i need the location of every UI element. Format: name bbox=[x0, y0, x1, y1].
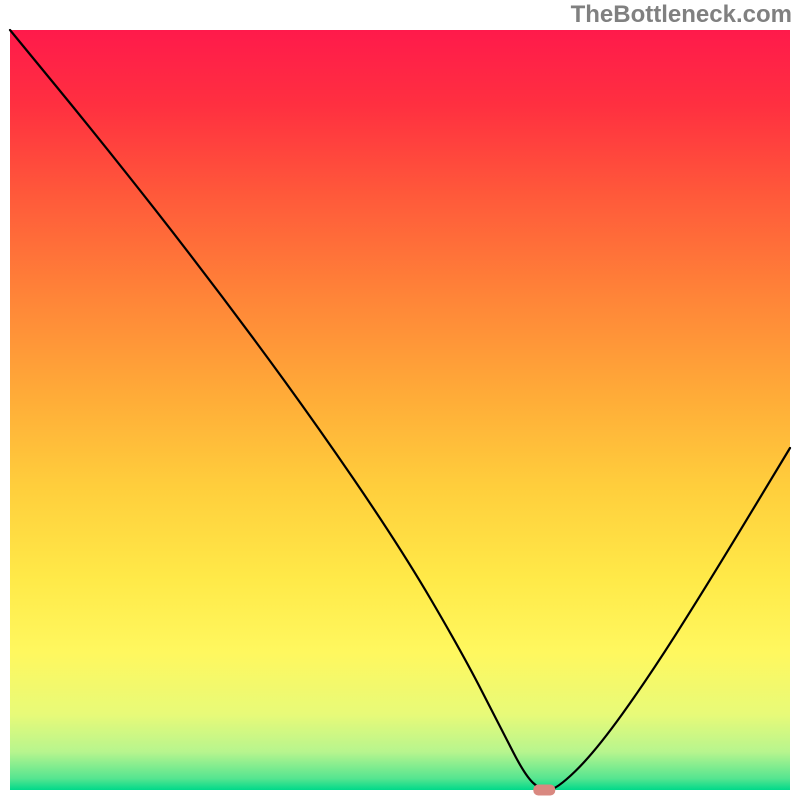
watermark-text: TheBottleneck.com bbox=[571, 1, 792, 29]
optimal-marker bbox=[533, 785, 555, 796]
plot-svg bbox=[0, 0, 800, 800]
bottleneck-chart: TheBottleneck.com bbox=[0, 0, 800, 800]
gradient-backdrop bbox=[10, 30, 790, 790]
